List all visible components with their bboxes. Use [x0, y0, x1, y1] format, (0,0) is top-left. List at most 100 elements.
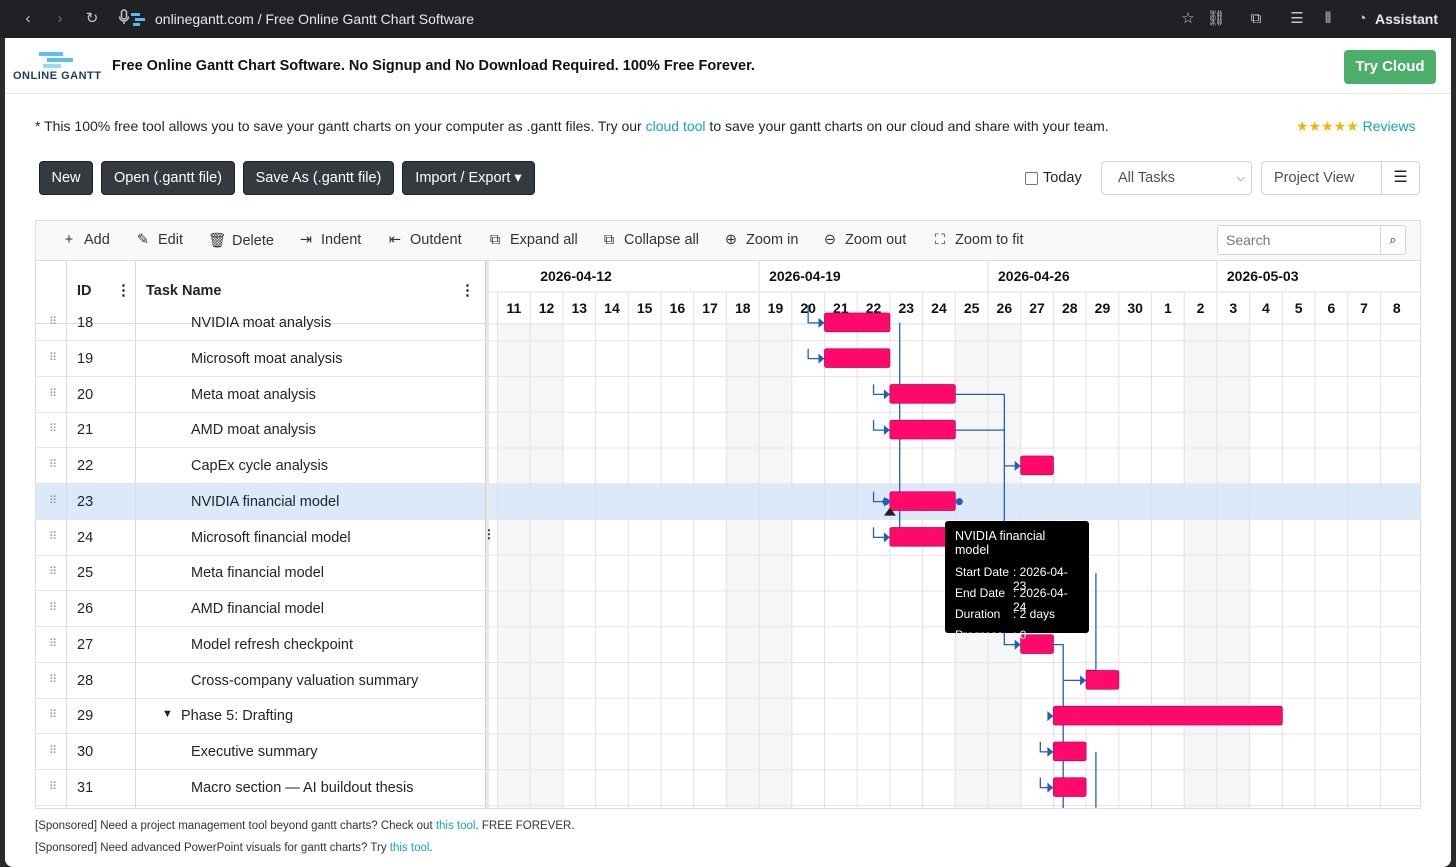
column-header-task-name[interactable]: Task Name: [146, 283, 222, 299]
try-cloud-button[interactable]: Try Cloud: [1344, 50, 1436, 84]
search-icon[interactable]: ⌕: [1380, 225, 1406, 255]
open-file-button[interactable]: Open (.gantt file): [101, 161, 235, 195]
table-row[interactable]: ⠿ 28 Cross-company valuation summary: [36, 663, 486, 699]
reviews[interactable]: ★★★★★ Reviews: [1296, 118, 1416, 135]
table-row[interactable]: ⠿ 31 Macro section — AI buildout thesis: [36, 770, 486, 806]
table-row[interactable]: ⠿ 29 ▼ Phase 5: Drafting: [36, 698, 486, 735]
row-task-name[interactable]: Macro section — AI buildout thesis: [191, 780, 413, 796]
drag-handle-icon[interactable]: ⠿: [49, 530, 57, 543]
table-row[interactable]: ⠿ 23 NVIDIA financial model: [36, 483, 486, 520]
row-task-name[interactable]: NVIDIA financial model: [191, 494, 339, 510]
save-as-button[interactable]: Save As (.gantt file): [243, 161, 394, 195]
back-icon[interactable]: ‹: [18, 9, 38, 29]
outdent-button[interactable]: ⇤ Outdent: [386, 232, 462, 248]
task-bar[interactable]: [889, 384, 956, 404]
table-row[interactable]: ⠿ 20 Meta moat analysis: [36, 377, 486, 413]
table-row[interactable]: ⠿ 19 Microsoft moat analysis: [36, 341, 486, 377]
assistant-button[interactable]: Assistant: [1375, 11, 1438, 27]
zoom-out-button[interactable]: ⊖ Zoom out: [821, 232, 906, 248]
row-task-name[interactable]: AMD financial model: [191, 601, 324, 617]
row-task-name[interactable]: Meta financial model: [191, 565, 324, 581]
reviews-link[interactable]: Reviews: [1363, 118, 1416, 134]
task-bar[interactable]: [1085, 670, 1120, 690]
drag-handle-icon[interactable]: ⠿: [49, 458, 57, 471]
site-favicon-icon: [131, 13, 145, 26]
today-checkbox[interactable]: [1025, 172, 1038, 185]
table-row[interactable]: ⠿ 21 AMD moat analysis: [36, 412, 486, 449]
sponsored-link-2[interactable]: this tool: [390, 842, 430, 854]
address-bar[interactable]: onlinegantt.com / Free Online Gantt Char…: [155, 11, 474, 27]
row-task-name[interactable]: AMD moat analysis: [191, 422, 316, 438]
task-filter-select[interactable]: All Tasks ⌵: [1101, 161, 1252, 195]
collapse-all-button[interactable]: ⧉ Collapse all: [600, 232, 699, 248]
drag-handle-icon[interactable]: ⠿: [49, 422, 57, 435]
chevron-down-icon: ⌵: [1236, 172, 1245, 184]
link-icon[interactable]: ⛓: [1206, 9, 1226, 29]
drag-handle-icon[interactable]: ⠿: [49, 315, 57, 328]
zoom-to-fit-button[interactable]: ⛶ Zoom to fit: [931, 232, 1024, 248]
expand-all-button[interactable]: ⧉ Expand all: [486, 232, 578, 248]
star-icon[interactable]: ☆: [1178, 9, 1198, 29]
drag-handle-icon[interactable]: ⠿: [49, 780, 57, 793]
drag-handle-icon[interactable]: ⠿: [49, 673, 57, 686]
drag-handle-icon[interactable]: ⠿: [49, 565, 57, 578]
table-row[interactable]: ⠿ 26 AMD financial model: [36, 591, 486, 627]
task-bar[interactable]: [824, 348, 891, 368]
task-bar[interactable]: [824, 312, 891, 333]
link-handle[interactable]: [955, 498, 963, 506]
add-button[interactable]: + Add: [60, 232, 110, 248]
task-bar[interactable]: [1053, 741, 1087, 762]
import-export-button[interactable]: Import / Export ▾: [402, 161, 535, 195]
task-bar[interactable]: [889, 491, 956, 511]
column-menu-icon[interactable]: ⋮: [460, 281, 475, 299]
column-header-id[interactable]: ID: [77, 283, 92, 299]
row-task-name[interactable]: CapEx cycle analysis: [191, 458, 328, 474]
drag-handle-icon[interactable]: ⠿: [49, 494, 57, 507]
extensions-icon[interactable]: ⧉: [1246, 9, 1266, 29]
row-task-name[interactable]: Cross-company valuation summary: [191, 673, 418, 689]
row-task-name[interactable]: Microsoft financial model: [191, 530, 351, 546]
row-task-name[interactable]: Meta moat analysis: [191, 387, 316, 403]
drag-handle-icon[interactable]: ⠿: [49, 351, 57, 364]
table-row[interactable]: ⠿ 30 Executive summary: [36, 734, 486, 770]
row-task-name[interactable]: Microsoft moat analysis: [191, 351, 343, 367]
reading-list-icon[interactable]: ☰: [1287, 9, 1307, 29]
column-menu-icon[interactable]: ⋮: [116, 281, 131, 299]
task-bar[interactable]: [889, 419, 956, 440]
view-selector[interactable]: Project View ☰: [1261, 161, 1420, 195]
search-input[interactable]: Search: [1217, 225, 1381, 255]
table-row[interactable]: ⠿ 25 Meta financial model: [36, 555, 486, 592]
sponsored-link-1[interactable]: this tool: [436, 820, 476, 832]
task-bar[interactable]: [1053, 705, 1283, 726]
cloud-tool-link[interactable]: cloud tool: [646, 118, 706, 134]
drag-handle-icon[interactable]: ⠿: [49, 601, 57, 614]
audio-icon[interactable]: ⫴: [1318, 9, 1338, 29]
row-task-name[interactable]: NVIDIA moat analysis: [191, 315, 331, 331]
row-task-name[interactable]: Phase 5: Drafting: [181, 708, 293, 724]
task-bar[interactable]: [1053, 777, 1087, 797]
day-label: 26: [997, 300, 1013, 316]
assistant-icon[interactable]: ◔: [1352, 9, 1372, 29]
zoom-in-button[interactable]: ⊕ Zoom in: [722, 232, 798, 248]
table-row[interactable]: ⠿ 27 Model refresh checkpoint: [36, 627, 486, 663]
indent-button[interactable]: ⇥ Indent: [297, 232, 361, 248]
drag-handle-icon[interactable]: ⠿: [49, 744, 57, 757]
row-task-name[interactable]: Executive summary: [191, 744, 318, 760]
row-task-name[interactable]: Model refresh checkpoint: [191, 637, 353, 653]
edit-button[interactable]: ✎ Edit: [134, 232, 183, 248]
new-button[interactable]: New: [39, 161, 93, 195]
link-handle[interactable]: [882, 498, 890, 506]
collapse-caret-icon[interactable]: ▼: [162, 708, 173, 720]
table-row[interactable]: ⠿ 24 Microsoft financial model: [36, 520, 486, 556]
table-row[interactable]: ⠿ 22 CapEx cycle analysis: [36, 448, 486, 484]
drag-handle-icon[interactable]: ⠿: [49, 387, 57, 400]
reload-icon[interactable]: ↻: [82, 9, 102, 29]
forward-icon[interactable]: ›: [50, 9, 70, 29]
hamburger-menu-icon[interactable]: ☰: [1381, 162, 1419, 194]
arrowhead: [1047, 711, 1054, 722]
table-row[interactable]: ⠿ 18 NVIDIA moat analysis: [36, 305, 486, 341]
drag-handle-icon[interactable]: ⠿: [49, 708, 57, 721]
task-bar[interactable]: [1020, 455, 1054, 476]
drag-handle-icon[interactable]: ⠿: [49, 637, 57, 650]
delete-button[interactable]: 🗑 Delete: [208, 232, 274, 249]
